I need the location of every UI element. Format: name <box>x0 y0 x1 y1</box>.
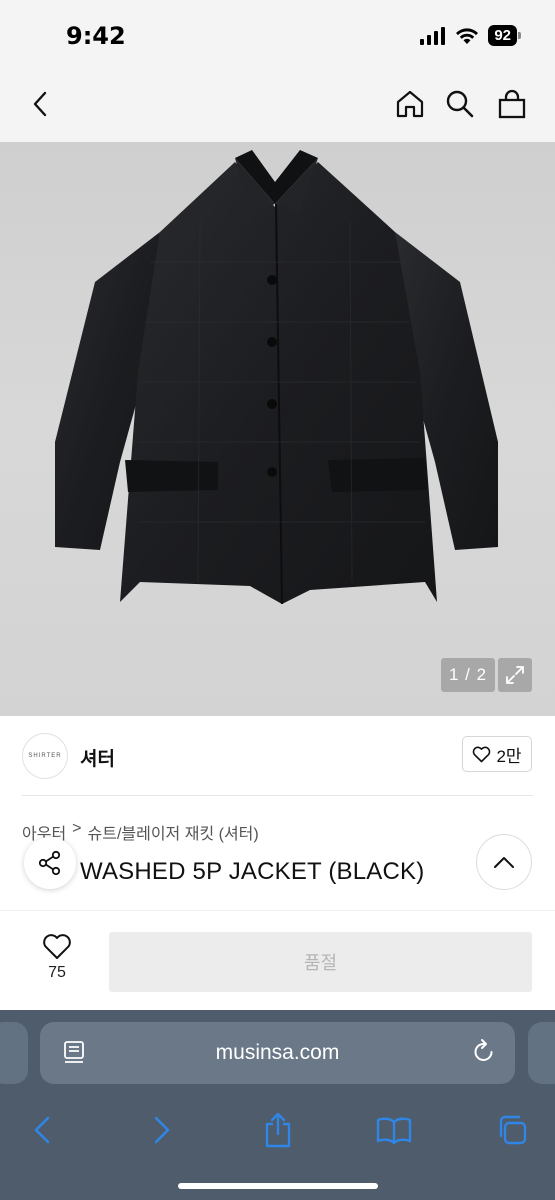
status-icons: 92 <box>420 25 521 46</box>
signal-icon <box>420 26 446 45</box>
brand-name[interactable]: 셔터 <box>80 744 115 771</box>
forward-icon <box>154 1116 170 1144</box>
browser-forward-button[interactable] <box>140 1108 184 1152</box>
expand-button[interactable] <box>498 658 532 692</box>
browser-toolbar <box>0 1102 555 1158</box>
home-indicator <box>178 1183 378 1189</box>
cart-button[interactable] <box>492 84 532 124</box>
back-button[interactable] <box>20 84 60 124</box>
product-image[interactable]: 1 / 2 <box>0 142 555 716</box>
brand-like-count: 2만 <box>496 746 522 766</box>
heart-icon <box>473 746 491 762</box>
brand-row: SHIRTER 셔터 2만 <box>0 716 555 796</box>
browser-share-button[interactable] <box>256 1108 300 1152</box>
jacket-image <box>55 150 498 605</box>
expand-icon <box>506 666 524 684</box>
wifi-icon <box>456 27 479 44</box>
bag-icon <box>498 89 526 119</box>
soldout-button[interactable]: 품절 <box>109 932 532 992</box>
bookmarks-icon <box>376 1117 412 1144</box>
home-icon <box>396 90 424 118</box>
product-title: WASHED 5P JACKET (BLACK) <box>80 858 425 885</box>
next-tab-preview[interactable] <box>528 1022 555 1084</box>
heart-icon <box>43 934 71 959</box>
address-bar[interactable]: musinsa.com <box>40 1022 515 1084</box>
brand-logo-text: SHIRTER <box>28 753 62 759</box>
status-time: 9:42 <box>66 22 126 50</box>
previous-tab-preview[interactable] <box>0 1022 28 1084</box>
search-button[interactable] <box>440 84 480 124</box>
browser-back-button[interactable] <box>20 1108 64 1152</box>
breadcrumb-subcategory[interactable]: 슈트/블레이저 재킷 (셔터) <box>88 820 259 844</box>
breadcrumb-separator: > <box>72 820 82 837</box>
home-button[interactable] <box>390 84 430 124</box>
browser-bookmarks-button[interactable] <box>372 1108 416 1152</box>
brand-logo[interactable]: SHIRTER <box>22 733 68 779</box>
reload-button[interactable] <box>471 1038 497 1071</box>
battery-level: 92 <box>494 27 511 44</box>
url-text: musinsa.com <box>215 1041 340 1064</box>
status-bar: 9:42 92 <box>0 0 555 70</box>
browser-tabs-button[interactable] <box>490 1108 534 1152</box>
share-icon <box>265 1112 291 1148</box>
divider <box>22 795 533 796</box>
share-icon <box>38 850 61 876</box>
scroll-top-button[interactable] <box>476 834 532 890</box>
image-pager: 1 / 2 <box>441 658 495 692</box>
back-icon <box>33 91 47 117</box>
chevron-up-icon <box>494 857 514 868</box>
share-button[interactable] <box>24 837 76 889</box>
wish-button[interactable]: 75 <box>30 933 84 982</box>
battery-icon: 92 <box>488 25 521 46</box>
reload-icon <box>474 1039 493 1061</box>
search-icon <box>446 90 474 118</box>
purchase-bar: 75 품절 <box>0 910 555 1010</box>
tabs-icon <box>499 1115 527 1145</box>
brand-like-button[interactable]: 2만 <box>462 736 532 772</box>
wish-count: 75 <box>48 964 66 981</box>
browser-chrome: musinsa.com <box>0 1010 555 1200</box>
top-nav <box>0 70 555 142</box>
back-icon <box>34 1116 50 1144</box>
